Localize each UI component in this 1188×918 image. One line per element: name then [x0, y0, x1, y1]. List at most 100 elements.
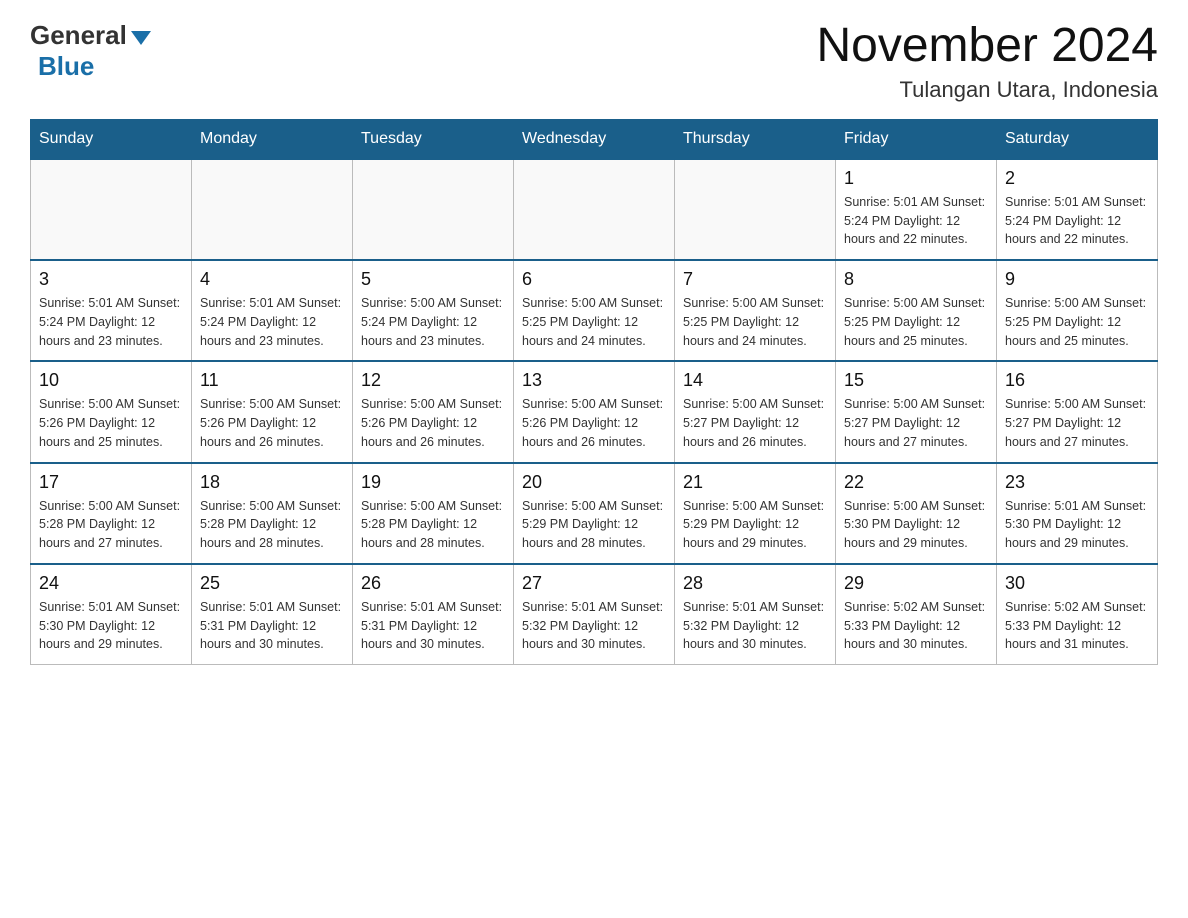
day-number: 15	[844, 370, 988, 391]
calendar-cell	[675, 159, 836, 260]
calendar-week-row: 10 Sunrise: 5:00 AM Sunset: 5:26 PM Dayli…	[31, 361, 1158, 462]
calendar-cell: 1 Sunrise: 5:01 AM Sunset: 5:24 PM Daylig…	[836, 159, 997, 260]
day-info: Sunrise: 5:00 AM Sunset: 5:28 PM Dayligh…	[39, 497, 183, 553]
weekday-header-row: SundayMondayTuesdayWednesdayThursdayFrid…	[31, 119, 1158, 159]
calendar-cell: 28 Sunrise: 5:01 AM Sunset: 5:32 PM Dayli…	[675, 564, 836, 665]
logo: General Blue	[30, 20, 151, 82]
day-info: Sunrise: 5:00 AM Sunset: 5:28 PM Dayligh…	[200, 497, 344, 553]
calendar-cell: 29 Sunrise: 5:02 AM Sunset: 5:33 PM Dayli…	[836, 564, 997, 665]
calendar-week-row: 3 Sunrise: 5:01 AM Sunset: 5:24 PM Daylig…	[31, 260, 1158, 361]
calendar-cell: 24 Sunrise: 5:01 AM Sunset: 5:30 PM Dayli…	[31, 564, 192, 665]
calendar-cell	[514, 159, 675, 260]
day-number: 12	[361, 370, 505, 391]
page-header: General Blue November 2024 Tulangan Utar…	[30, 20, 1158, 103]
day-number: 4	[200, 269, 344, 290]
calendar-body: 1 Sunrise: 5:01 AM Sunset: 5:24 PM Daylig…	[31, 159, 1158, 665]
day-info: Sunrise: 5:00 AM Sunset: 5:27 PM Dayligh…	[683, 395, 827, 451]
day-info: Sunrise: 5:00 AM Sunset: 5:25 PM Dayligh…	[683, 294, 827, 350]
weekday-header-wednesday: Wednesday	[514, 119, 675, 159]
calendar-cell: 2Sunrise: 5:01 AM Sunset: 5:24 PM Daylig…	[997, 159, 1158, 260]
calendar-cell: 15Sunrise: 5:00 AM Sunset: 5:27 PM Dayli…	[836, 361, 997, 462]
calendar-cell: 30Sunrise: 5:02 AM Sunset: 5:33 PM Dayli…	[997, 564, 1158, 665]
day-info: Sunrise: 5:01 AM Sunset: 5:30 PM Dayligh…	[39, 598, 183, 654]
day-info: Sunrise: 5:00 AM Sunset: 5:29 PM Dayligh…	[683, 497, 827, 553]
day-info: Sunrise: 5:00 AM Sunset: 5:26 PM Dayligh…	[522, 395, 666, 451]
calendar-cell: 18 Sunrise: 5:00 AM Sunset: 5:28 PM Dayli…	[192, 463, 353, 564]
day-info: Sunrise: 5:01 AM Sunset: 5:24 PM Dayligh…	[844, 193, 988, 249]
day-number: 1	[844, 168, 988, 189]
logo-arrow-icon	[131, 31, 151, 45]
location-title: Tulangan Utara, Indonesia	[816, 77, 1158, 103]
day-info: Sunrise: 5:01 AM Sunset: 5:32 PM Dayligh…	[683, 598, 827, 654]
calendar-cell: 17Sunrise: 5:00 AM Sunset: 5:28 PM Dayli…	[31, 463, 192, 564]
calendar-cell	[353, 159, 514, 260]
day-info: Sunrise: 5:00 AM Sunset: 5:30 PM Dayligh…	[844, 497, 988, 553]
day-number: 13	[522, 370, 666, 391]
day-info: Sunrise: 5:00 AM Sunset: 5:27 PM Dayligh…	[1005, 395, 1149, 451]
day-info: Sunrise: 5:00 AM Sunset: 5:29 PM Dayligh…	[522, 497, 666, 553]
day-info: Sunrise: 5:00 AM Sunset: 5:24 PM Dayligh…	[361, 294, 505, 350]
weekday-header-sunday: Sunday	[31, 119, 192, 159]
day-number: 7	[683, 269, 827, 290]
calendar-cell: 27Sunrise: 5:01 AM Sunset: 5:32 PM Dayli…	[514, 564, 675, 665]
logo-general-label: General	[30, 20, 127, 51]
day-number: 19	[361, 472, 505, 493]
calendar-cell: 11Sunrise: 5:00 AM Sunset: 5:26 PM Dayli…	[192, 361, 353, 462]
day-number: 21	[683, 472, 827, 493]
calendar-header: SundayMondayTuesdayWednesdayThursdayFrid…	[31, 119, 1158, 159]
calendar-week-row: 24 Sunrise: 5:01 AM Sunset: 5:30 PM Dayli…	[31, 564, 1158, 665]
day-number: 18	[200, 472, 344, 493]
weekday-header-friday: Friday	[836, 119, 997, 159]
day-info: Sunrise: 5:00 AM Sunset: 5:26 PM Dayligh…	[39, 395, 183, 451]
calendar-cell: 10 Sunrise: 5:00 AM Sunset: 5:26 PM Dayli…	[31, 361, 192, 462]
calendar-cell	[192, 159, 353, 260]
day-info: Sunrise: 5:02 AM Sunset: 5:33 PM Dayligh…	[844, 598, 988, 654]
day-info: Sunrise: 5:00 AM Sunset: 5:26 PM Dayligh…	[361, 395, 505, 451]
weekday-header-monday: Monday	[192, 119, 353, 159]
day-info: Sunrise: 5:01 AM Sunset: 5:30 PM Dayligh…	[1005, 497, 1149, 553]
day-number: 10	[39, 370, 183, 391]
logo-blue-label: Blue	[38, 51, 94, 81]
calendar-cell: 8Sunrise: 5:00 AM Sunset: 5:25 PM Daylig…	[836, 260, 997, 361]
day-number: 24	[39, 573, 183, 594]
calendar-cell: 13 Sunrise: 5:00 AM Sunset: 5:26 PM Dayli…	[514, 361, 675, 462]
day-number: 20	[522, 472, 666, 493]
calendar-cell: 6Sunrise: 5:00 AM Sunset: 5:25 PM Daylig…	[514, 260, 675, 361]
day-info: Sunrise: 5:01 AM Sunset: 5:31 PM Dayligh…	[200, 598, 344, 654]
calendar-cell: 25 Sunrise: 5:01 AM Sunset: 5:31 PM Dayli…	[192, 564, 353, 665]
calendar-cell: 3 Sunrise: 5:01 AM Sunset: 5:24 PM Daylig…	[31, 260, 192, 361]
day-number: 29	[844, 573, 988, 594]
day-number: 9	[1005, 269, 1149, 290]
day-number: 11	[200, 370, 344, 391]
calendar-cell: 16Sunrise: 5:00 AM Sunset: 5:27 PM Dayli…	[997, 361, 1158, 462]
day-info: Sunrise: 5:00 AM Sunset: 5:25 PM Dayligh…	[844, 294, 988, 350]
day-info: Sunrise: 5:00 AM Sunset: 5:25 PM Dayligh…	[1005, 294, 1149, 350]
day-number: 27	[522, 573, 666, 594]
calendar-cell: 23Sunrise: 5:01 AM Sunset: 5:30 PM Dayli…	[997, 463, 1158, 564]
month-title: November 2024	[816, 20, 1158, 73]
calendar-cell: 21 Sunrise: 5:00 AM Sunset: 5:29 PM Dayli…	[675, 463, 836, 564]
logo-general-text: General	[30, 20, 151, 51]
logo-blue-text: Blue	[34, 51, 94, 82]
day-info: Sunrise: 5:01 AM Sunset: 5:24 PM Dayligh…	[39, 294, 183, 350]
day-number: 3	[39, 269, 183, 290]
day-number: 26	[361, 573, 505, 594]
day-info: Sunrise: 5:01 AM Sunset: 5:31 PM Dayligh…	[361, 598, 505, 654]
day-number: 30	[1005, 573, 1149, 594]
calendar-week-row: 1 Sunrise: 5:01 AM Sunset: 5:24 PM Daylig…	[31, 159, 1158, 260]
calendar-cell: 12 Sunrise: 5:00 AM Sunset: 5:26 PM Dayli…	[353, 361, 514, 462]
calendar-cell: 14 Sunrise: 5:00 AM Sunset: 5:27 PM Dayli…	[675, 361, 836, 462]
day-number: 25	[200, 573, 344, 594]
calendar-cell	[31, 159, 192, 260]
weekday-header-saturday: Saturday	[997, 119, 1158, 159]
calendar-cell: 7 Sunrise: 5:00 AM Sunset: 5:25 PM Daylig…	[675, 260, 836, 361]
weekday-header-tuesday: Tuesday	[353, 119, 514, 159]
day-number: 22	[844, 472, 988, 493]
day-number: 5	[361, 269, 505, 290]
title-section: November 2024 Tulangan Utara, Indonesia	[816, 20, 1158, 103]
calendar-table: SundayMondayTuesdayWednesdayThursdayFrid…	[30, 119, 1158, 665]
weekday-header-thursday: Thursday	[675, 119, 836, 159]
day-info: Sunrise: 5:01 AM Sunset: 5:24 PM Dayligh…	[200, 294, 344, 350]
day-number: 14	[683, 370, 827, 391]
day-number: 28	[683, 573, 827, 594]
